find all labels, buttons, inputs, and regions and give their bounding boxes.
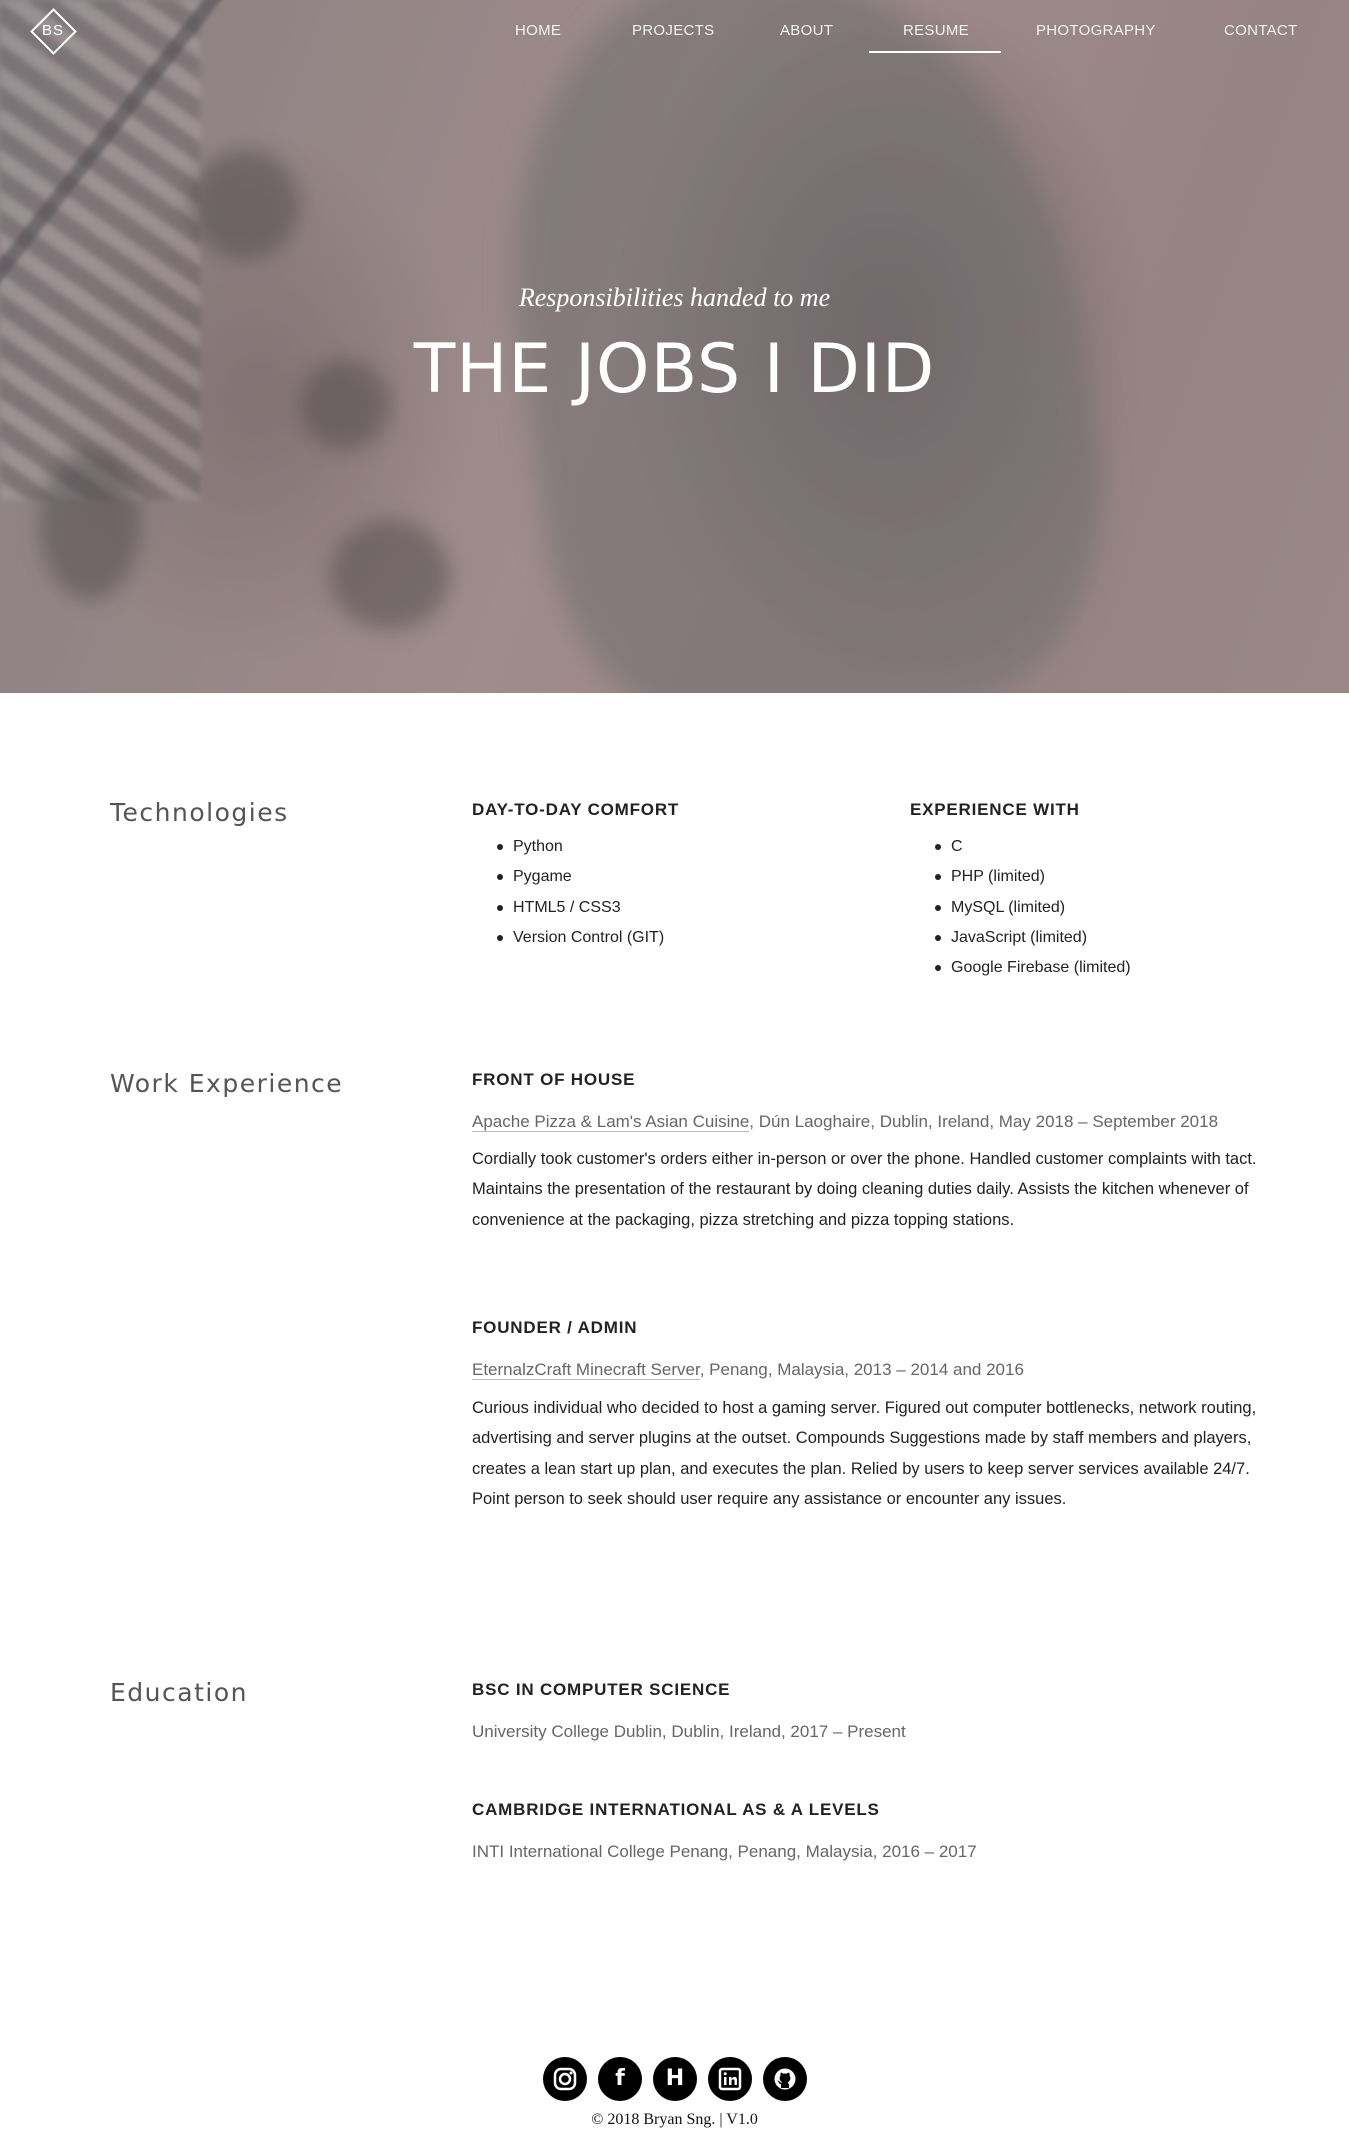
experience-list: C PHP (limited) MySQL (limited) JavaScri… <box>935 832 1131 983</box>
technologies-heading: Technologies <box>110 798 289 827</box>
list-item: PHP (limited) <box>935 862 1131 892</box>
list-item: JavaScript (limited) <box>935 923 1131 953</box>
facebook-icon[interactable]: f <box>598 2057 642 2101</box>
job-meta: EternalzCraft Minecraft Server, Penang, … <box>472 1360 1024 1380</box>
job-description: Curious individual who decided to host a… <box>472 1399 1257 1508</box>
job-role: FOUNDER / ADMIN <box>472 1318 638 1337</box>
linkedin-icon[interactable] <box>708 2057 752 2101</box>
github-icon[interactable] <box>763 2057 807 2101</box>
social-links: f H <box>543 2057 813 2101</box>
work-experience-heading: Work Experience <box>110 1069 344 1098</box>
education-degree: BSC IN COMPUTER SCIENCE <box>472 1680 731 1699</box>
job-org-link[interactable]: EternalzCraft Minecraft Server <box>472 1360 700 1380</box>
nav-home[interactable]: HOME <box>515 22 561 39</box>
job-org-link[interactable]: Apache Pizza & Lam's Asian Cuisine <box>472 1112 750 1132</box>
list-item: Pygame <box>497 862 664 892</box>
hero-title: THE JOBS I DID <box>413 330 936 409</box>
nav-contact[interactable]: CONTACT <box>1224 22 1297 39</box>
nav-photography[interactable]: PHOTOGRAPHY <box>1036 22 1156 39</box>
main-nav: HOME PROJECTS ABOUT RESUME PHOTOGRAPHY C… <box>0 22 1349 54</box>
nav-about[interactable]: ABOUT <box>780 22 833 39</box>
list-item: HTML5 / CSS3 <box>497 893 664 923</box>
education-details: INTI International College Penang, Penan… <box>472 1842 977 1861</box>
education-heading: Education <box>110 1678 248 1707</box>
list-item: MySQL (limited) <box>935 893 1131 923</box>
job-role: FRONT OF HOUSE <box>472 1070 636 1089</box>
list-item: Python <box>497 832 664 862</box>
instagram-icon[interactable] <box>543 2057 587 2101</box>
hero-subtitle: Responsibilities handed to me <box>518 283 831 312</box>
list-item: Google Firebase (limited) <box>935 953 1131 983</box>
nav-resume[interactable]: RESUME <box>903 22 969 39</box>
job-meta: Apache Pizza & Lam's Asian Cuisine, Dún … <box>472 1112 1218 1132</box>
nav-active-indicator <box>869 51 1001 53</box>
copyright: © 2018 Bryan Sng. | V1.0 <box>591 2111 758 2128</box>
job-details: , Dún Laoghaire, Dublin, Ireland, May 20… <box>749 1112 1219 1131</box>
hero-banner: BS HOME PROJECTS ABOUT RESUME PHOTOGRAPH… <box>0 0 1349 693</box>
comfort-heading: DAY-TO-DAY COMFORT <box>472 800 680 819</box>
nav-projects[interactable]: PROJECTS <box>632 22 714 39</box>
hackerrank-icon[interactable]: H <box>653 2057 697 2101</box>
comfort-list: Python Pygame HTML5 / CSS3 Version Contr… <box>497 832 664 953</box>
experience-heading: EXPERIENCE WITH <box>910 800 1080 819</box>
job-details: , Penang, Malaysia, 2013 – 2014 and 2016 <box>699 1360 1024 1379</box>
education-degree: CAMBRIDGE INTERNATIONAL AS & A LEVELS <box>472 1800 880 1819</box>
list-item: Version Control (GIT) <box>497 923 664 953</box>
job-description: Cordially took customer's orders either … <box>472 1150 1257 1229</box>
list-item: C <box>935 832 1131 862</box>
education-details: University College Dublin, Dublin, Irela… <box>472 1722 906 1741</box>
